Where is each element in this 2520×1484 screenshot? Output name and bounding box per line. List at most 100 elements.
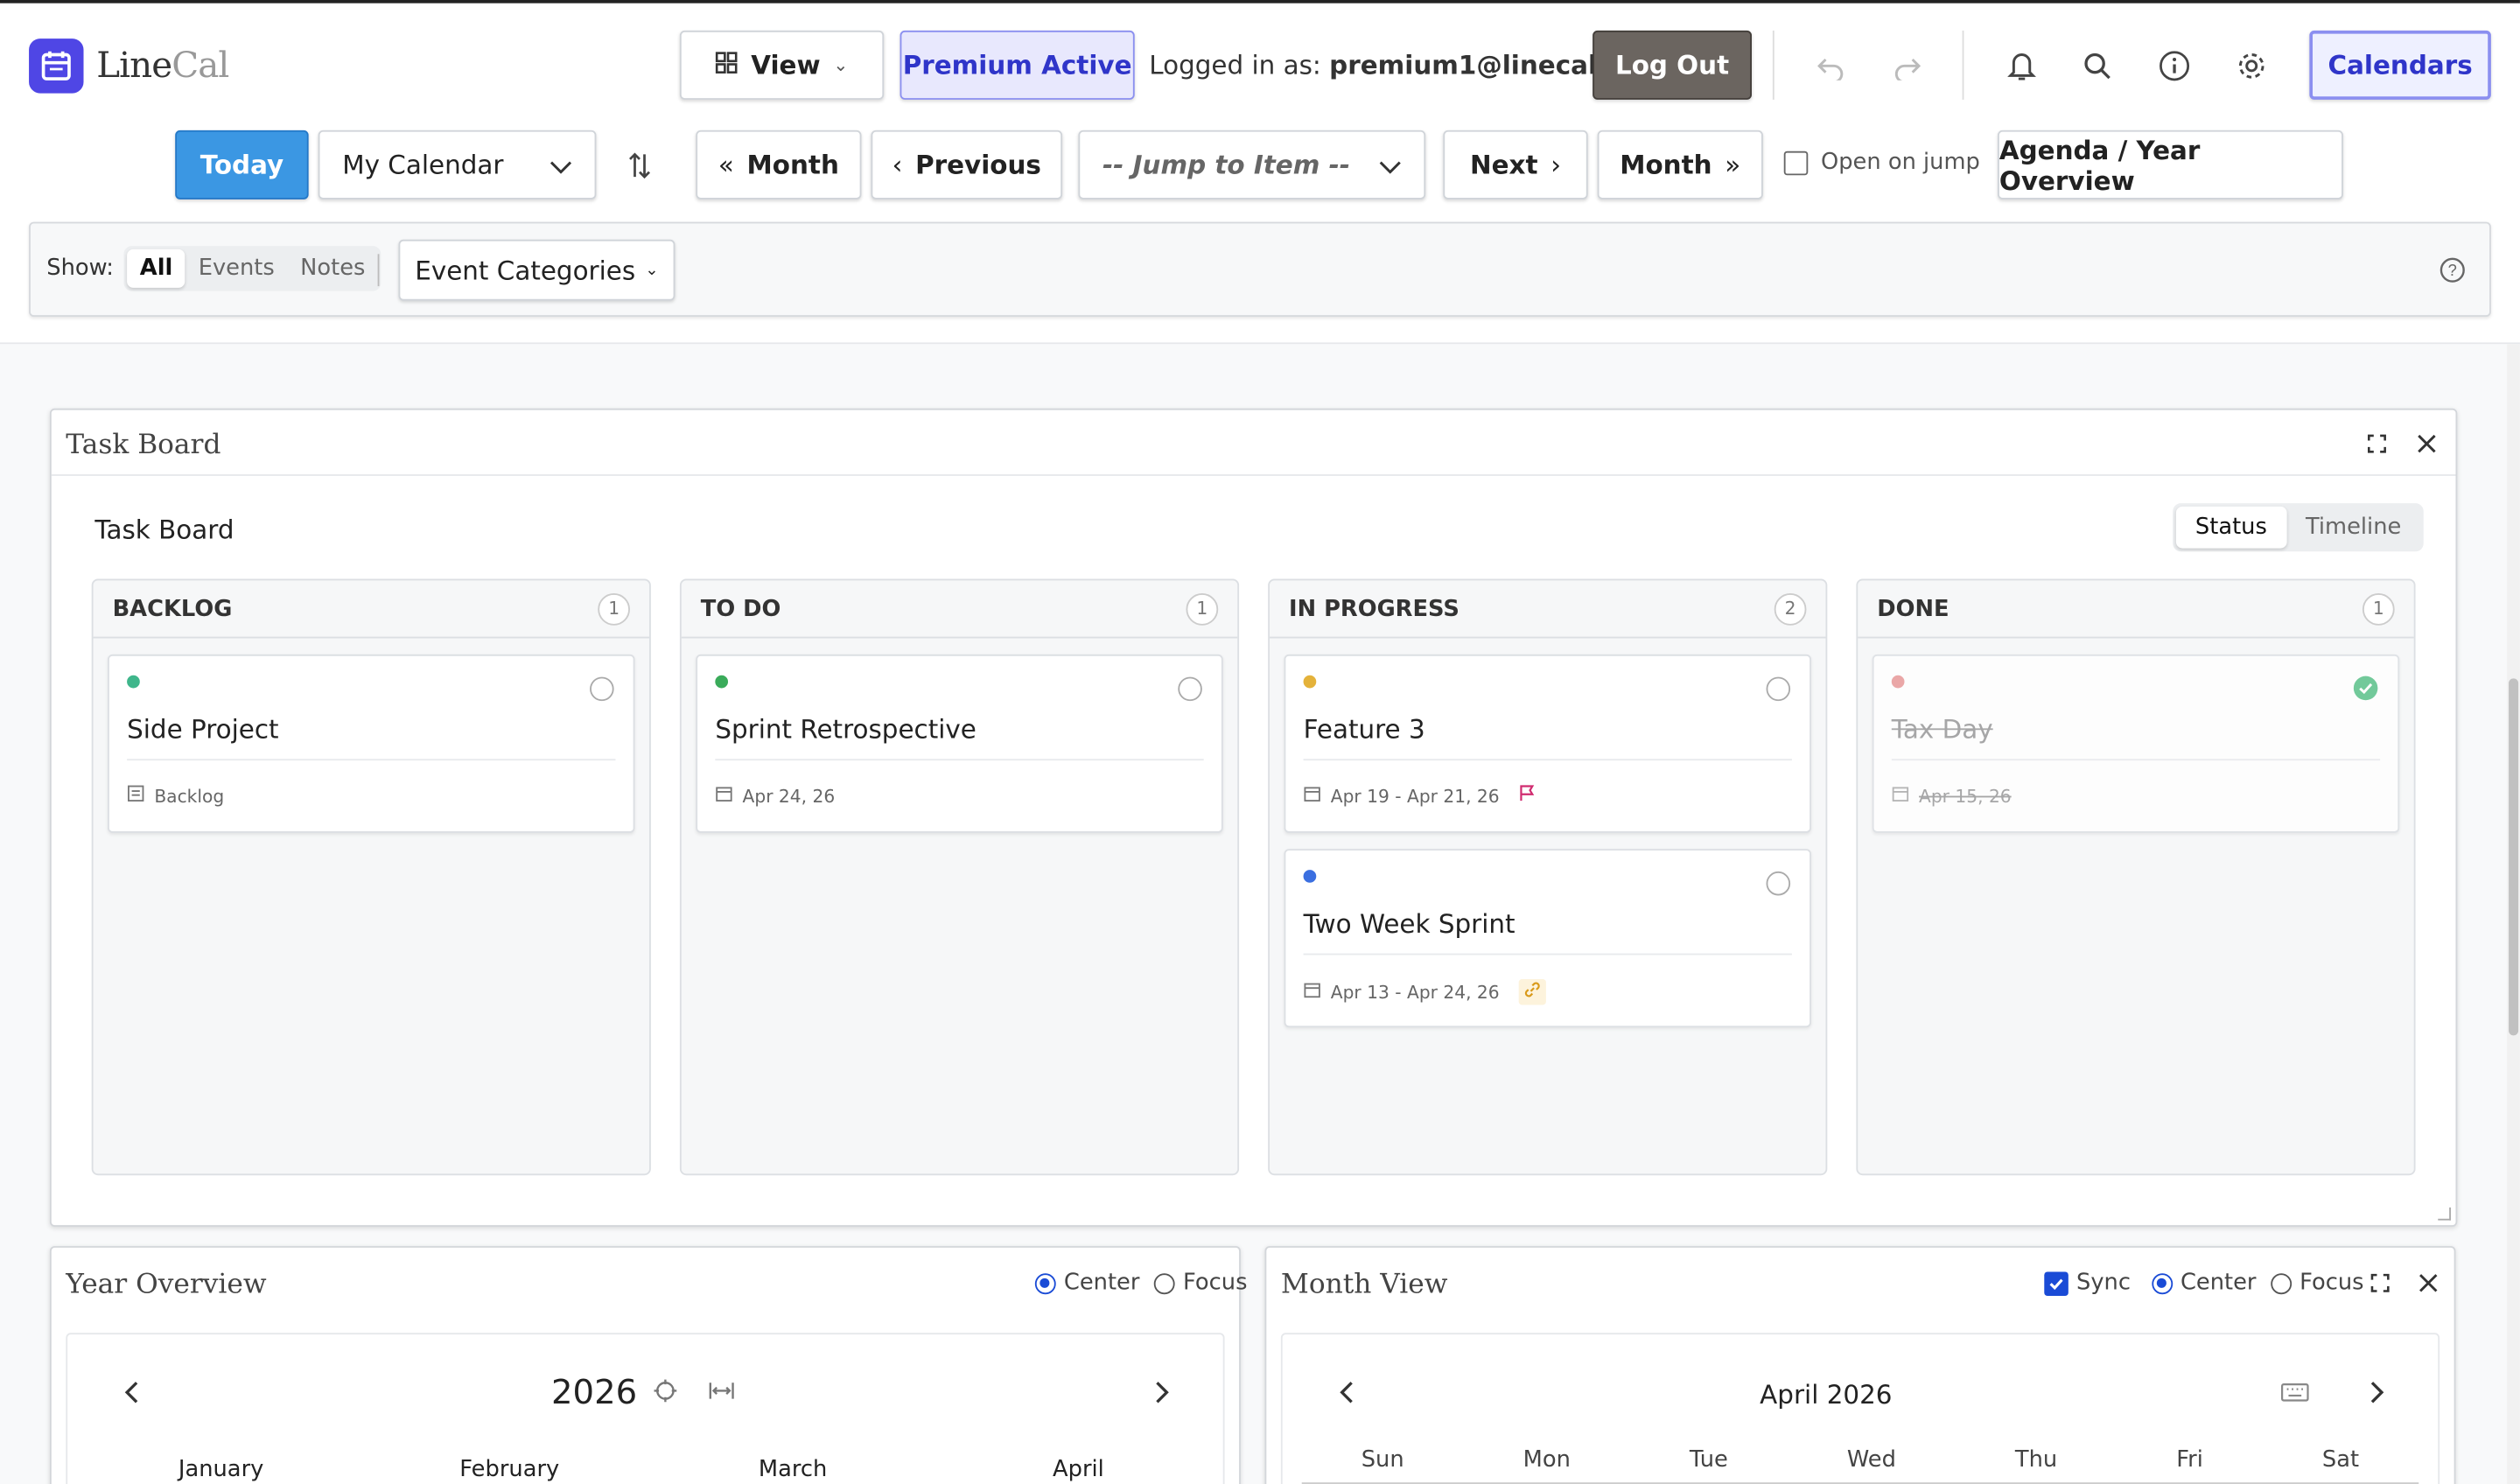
fit-width-icon[interactable] (697, 1367, 746, 1415)
double-chevron-right-icon: » (1725, 149, 1741, 180)
info-icon[interactable] (2151, 42, 2199, 90)
logout-label: Log Out (1614, 49, 1730, 80)
expand-icon[interactable] (2356, 1259, 2404, 1307)
task-card[interactable]: Sprint Retrospective Apr 24, 26 (696, 654, 1223, 833)
task-card[interactable]: Two Week Sprint Apr 13 - Apr 24, 26 (1284, 849, 1811, 1028)
open-on-jump-toggle[interactable]: Open on jump (1783, 149, 1980, 176)
card-meta-text: Apr 15, 26 (1919, 785, 2012, 807)
calendar-icon (1304, 785, 1321, 808)
close-icon[interactable] (2404, 1259, 2453, 1307)
task-card[interactable]: Feature 3 Apr 19 - Apr 21, 26 (1284, 654, 1811, 833)
chevron-down-icon (1379, 150, 1402, 180)
divider (1303, 953, 1792, 956)
complete-toggle[interactable] (590, 676, 614, 702)
task-card[interactable]: Side Project Backlog (108, 654, 635, 833)
event-categories-dropdown[interactable]: Event Categories ⌄ (398, 239, 676, 301)
card-meta-text: Apr 13 - Apr 24, 26 (1330, 981, 1500, 1003)
tab-timeline[interactable]: Timeline (2286, 507, 2420, 549)
close-icon[interactable] (2403, 420, 2451, 468)
task-card[interactable]: Tax Day Apr 15, 26 (1872, 654, 2400, 833)
center-label: Center (2180, 1270, 2257, 1297)
show-label: Show: (46, 256, 114, 282)
keyboard-icon[interactable] (2271, 1368, 2319, 1417)
app-name: LineCal (96, 46, 229, 86)
view-label: View (751, 49, 821, 80)
sync-checkbox[interactable] (2044, 1270, 2068, 1296)
today-button[interactable]: Today (175, 130, 309, 200)
undo-icon[interactable] (1806, 42, 1854, 90)
month-label: April 2026 (1760, 1379, 1893, 1410)
premium-badge[interactable]: Premium Active (900, 30, 1135, 100)
column-header: IN PROGRESS 2 (1269, 580, 1826, 639)
app-logo[interactable]: LineCal (29, 38, 229, 94)
column-title: IN PROGRESS (1289, 595, 1460, 622)
status-dot (1303, 675, 1317, 689)
chevron-right-icon[interactable] (1138, 1368, 1186, 1417)
calendars-button[interactable]: Calendars (2309, 30, 2491, 100)
status-dot (715, 675, 729, 689)
sort-arrows-icon[interactable] (615, 142, 663, 190)
calendar-icon (715, 785, 732, 808)
scrollbar-thumb[interactable] (2509, 678, 2519, 1036)
calendar-icon (1304, 981, 1321, 1004)
filter-events[interactable]: Events (186, 249, 287, 288)
next-label: Next (1470, 149, 1538, 180)
agenda-year-overview-button[interactable]: Agenda / Year Overview (1998, 130, 2343, 200)
calendars-label: Calendars (2328, 49, 2473, 80)
next-month-button[interactable]: Month » (1597, 130, 1763, 200)
chevron-down-icon: ⌄ (645, 261, 659, 279)
chevron-down-icon (550, 150, 572, 180)
help-icon[interactable]: ? (2428, 246, 2476, 294)
chevron-right-icon[interactable] (2353, 1368, 2401, 1417)
column-title: BACKLOG (112, 595, 233, 622)
card-meta: Apr 15, 26 (1892, 785, 2012, 808)
sync-label: Sync (2076, 1270, 2132, 1297)
chevron-left-icon[interactable] (1323, 1368, 1371, 1417)
app-root: LineCal View ⌄ Premium Active Logged in … (0, 0, 2520, 1484)
bell-icon[interactable] (1998, 42, 2046, 90)
board-column-in-progress: IN PROGRESS 2 Feature 3 Apr 19 - Apr 21, … (1268, 578, 1828, 1176)
card-title: Tax Day (1891, 713, 1993, 745)
svg-text:?: ? (2448, 261, 2457, 279)
premium-label: Premium Active (902, 49, 1132, 80)
redo-icon[interactable] (1884, 42, 1932, 90)
focus-radio[interactable] (2271, 1272, 2292, 1294)
crosshair-icon[interactable] (641, 1367, 690, 1415)
filter-notes[interactable]: Notes (287, 249, 378, 288)
divider (1303, 759, 1792, 761)
open-on-jump-checkbox[interactable] (1783, 150, 1809, 175)
complete-toggle[interactable] (1178, 676, 1202, 702)
filter-all[interactable]: All (127, 248, 186, 288)
weekday-header: Sun Mon Tue Wed Thu Fri Sat (1301, 1446, 2419, 1484)
complete-toggle[interactable] (1766, 676, 1791, 702)
search-icon[interactable] (2073, 42, 2121, 90)
open-on-jump-label: Open on jump (1820, 149, 1980, 176)
jump-to-item-select[interactable]: -- Jump to Item -- (1078, 130, 1426, 200)
previous-button[interactable]: ‹ Previous (871, 130, 1063, 200)
complete-toggle[interactable] (1766, 871, 1791, 896)
weekday-label: Sat (2321, 1446, 2360, 1474)
show-filter-toggle: All Events Notes (123, 246, 382, 291)
card-title: Feature 3 (1303, 713, 1425, 745)
resize-handle[interactable] (2438, 1207, 2451, 1221)
page-scrollbar[interactable] (2507, 344, 2520, 1484)
divider (1962, 30, 1964, 100)
calendar-select[interactable]: My Calendar (318, 130, 597, 200)
check-circle-icon[interactable] (2353, 676, 2378, 708)
focus-radio[interactable] (1153, 1272, 1175, 1294)
expand-icon[interactable] (2353, 420, 2401, 468)
panel-title: Month View (1280, 1268, 1448, 1301)
center-radio[interactable] (2151, 1272, 2173, 1294)
logout-button[interactable]: Log Out (1592, 30, 1753, 100)
gear-icon[interactable] (2228, 42, 2276, 90)
prev-month-label: Month (746, 149, 839, 180)
board-column-done: DONE 1 Tax Day Apr 15, 26 (1856, 578, 2416, 1176)
prev-month-button[interactable]: « Month (696, 130, 862, 200)
board-column-todo: TO DO 1 Sprint Retrospective Apr 24, 26 (679, 578, 1240, 1176)
center-radio[interactable] (1034, 1272, 1056, 1294)
previous-label: Previous (915, 149, 1041, 180)
next-button[interactable]: Next › (1443, 130, 1588, 200)
view-dropdown[interactable]: View ⌄ (679, 30, 885, 100)
chevron-left-icon[interactable] (108, 1368, 156, 1417)
tab-status[interactable]: Status (2175, 506, 2286, 549)
